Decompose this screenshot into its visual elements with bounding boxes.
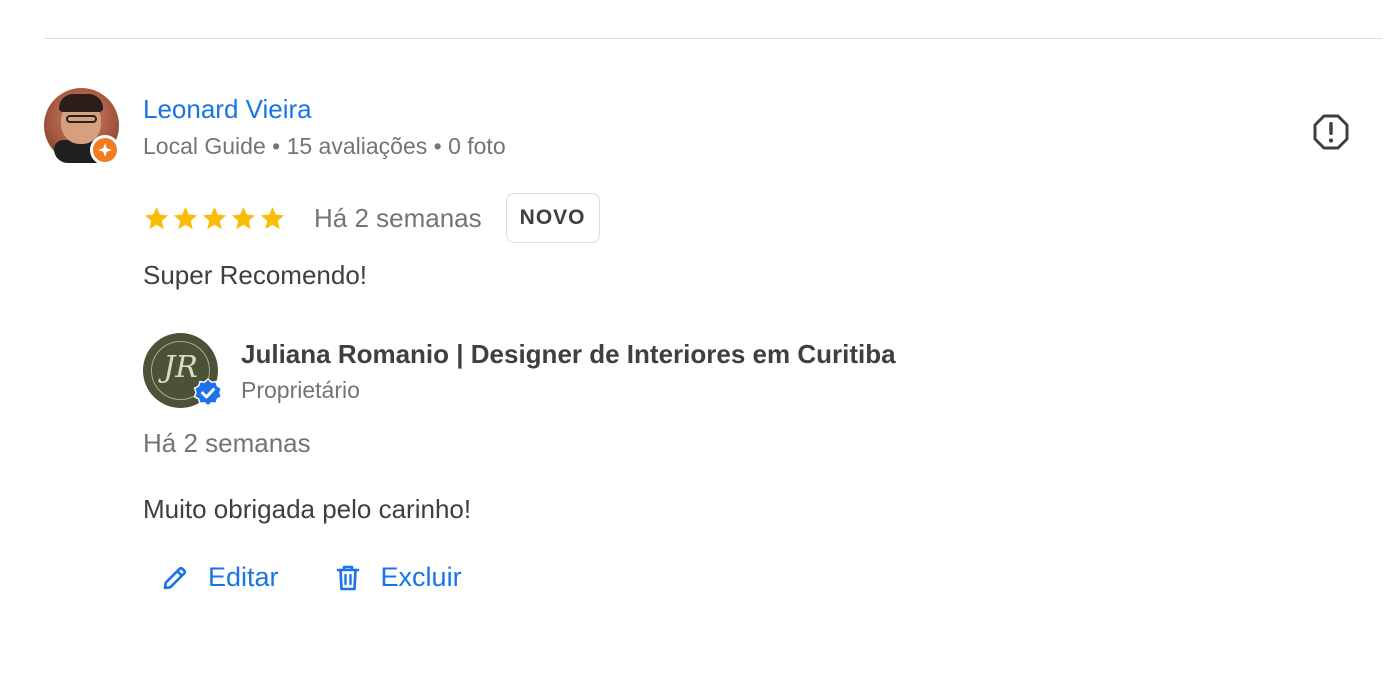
reviewer-meta: Local Guide • 15 avaliações • 0 foto	[143, 133, 506, 159]
star-rating	[143, 205, 286, 232]
new-badge: NOVO	[505, 193, 600, 243]
star-icon	[260, 206, 285, 229]
pencil-icon	[163, 566, 187, 589]
review-text: Super Recomendo!	[143, 260, 368, 290]
owner-role: Proprietário	[241, 377, 360, 403]
star-icon	[144, 206, 169, 229]
star-icon	[173, 206, 198, 229]
reply-time: Há 2 semanas	[143, 428, 311, 458]
edit-label: Editar	[208, 562, 279, 592]
delete-button[interactable]: Excluir	[333, 562, 462, 593]
verified-badge-icon	[193, 377, 223, 408]
reply-text: Muito obrigada pelo carinho!	[143, 494, 472, 524]
top-divider	[44, 38, 1382, 39]
report-flag-icon[interactable]	[1311, 112, 1351, 152]
edit-button[interactable]: Editar	[160, 562, 279, 593]
trash-icon	[336, 565, 359, 590]
reply-actions: Editar Excluir	[160, 562, 462, 593]
owner-name: Juliana Romanio | Designer de Interiores…	[241, 339, 896, 369]
review-time: Há 2 semanas	[314, 202, 482, 233]
local-guide-badge-icon	[90, 135, 120, 165]
delete-label: Excluir	[380, 562, 462, 592]
rating-row: Há 2 semanas NOVO	[143, 193, 600, 243]
star-icon	[231, 206, 256, 229]
star-icon	[202, 206, 227, 229]
reviewer-name[interactable]: Leonard Vieira	[143, 94, 312, 125]
